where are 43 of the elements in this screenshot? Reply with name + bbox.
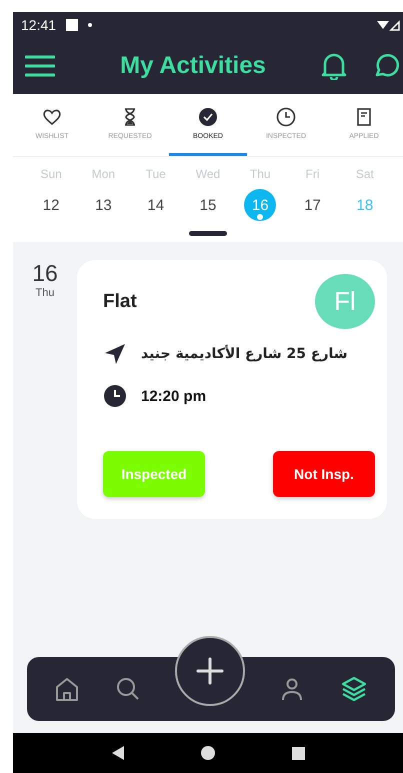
- clock-icon: [276, 107, 296, 127]
- agenda-weekday: Thu: [36, 287, 54, 299]
- event-dot-icon: [257, 214, 264, 220]
- back-icon[interactable]: [111, 745, 126, 761]
- calendar-date[interactable]: 14: [140, 189, 172, 221]
- property-type: Flat: [103, 290, 137, 312]
- page-title: My Activities: [119, 52, 267, 80]
- weekday-label: Mon: [92, 167, 116, 181]
- status-time: 12:41: [21, 17, 56, 33]
- recents-icon[interactable]: [292, 746, 305, 760]
- layers-icon[interactable]: [340, 675, 368, 703]
- address-text: شارع 25 شارع الأكاديمية جنيد: [141, 346, 348, 362]
- chat-icon[interactable]: [373, 53, 399, 79]
- weekday-label: Thu: [250, 167, 271, 181]
- weekday-label: Sun: [40, 167, 62, 181]
- heart-icon: [42, 107, 62, 127]
- notification-dot-icon: [88, 23, 92, 27]
- drag-handle[interactable]: [189, 231, 227, 236]
- weekday-label: Fri: [306, 167, 320, 181]
- check-circle-icon: [198, 107, 218, 127]
- calendar-date[interactable]: 12: [35, 189, 68, 221]
- plus-icon: [194, 656, 225, 686]
- weekday-label: Sat: [356, 167, 374, 181]
- notification-bell-icon[interactable]: [321, 52, 347, 80]
- clock-icon: [103, 384, 127, 408]
- calendar-date[interactable]: 16: [244, 189, 276, 221]
- calendar-date[interactable]: 15: [192, 189, 224, 221]
- time-text: 12:20 pm: [141, 388, 206, 404]
- weekday-label: Wed: [196, 167, 220, 181]
- document-icon: [354, 107, 374, 127]
- avatar-initials: Fl: [315, 274, 375, 329]
- search-icon[interactable]: [114, 676, 141, 702]
- calendar-date[interactable]: 17: [296, 189, 329, 221]
- weekday-label: Tue: [146, 167, 166, 181]
- agenda-day: 16: [32, 260, 58, 287]
- navigation-arrow-icon: [103, 342, 127, 366]
- home-icon[interactable]: [54, 676, 80, 702]
- signal-icon: [377, 19, 403, 31]
- calendar-date[interactable]: 18: [348, 189, 381, 221]
- home-circle-icon[interactable]: [201, 746, 216, 760]
- calendar-date[interactable]: 13: [87, 189, 120, 221]
- not-inspected-button[interactable]: Not Insp.: [273, 451, 375, 497]
- menu-icon[interactable]: [25, 55, 55, 77]
